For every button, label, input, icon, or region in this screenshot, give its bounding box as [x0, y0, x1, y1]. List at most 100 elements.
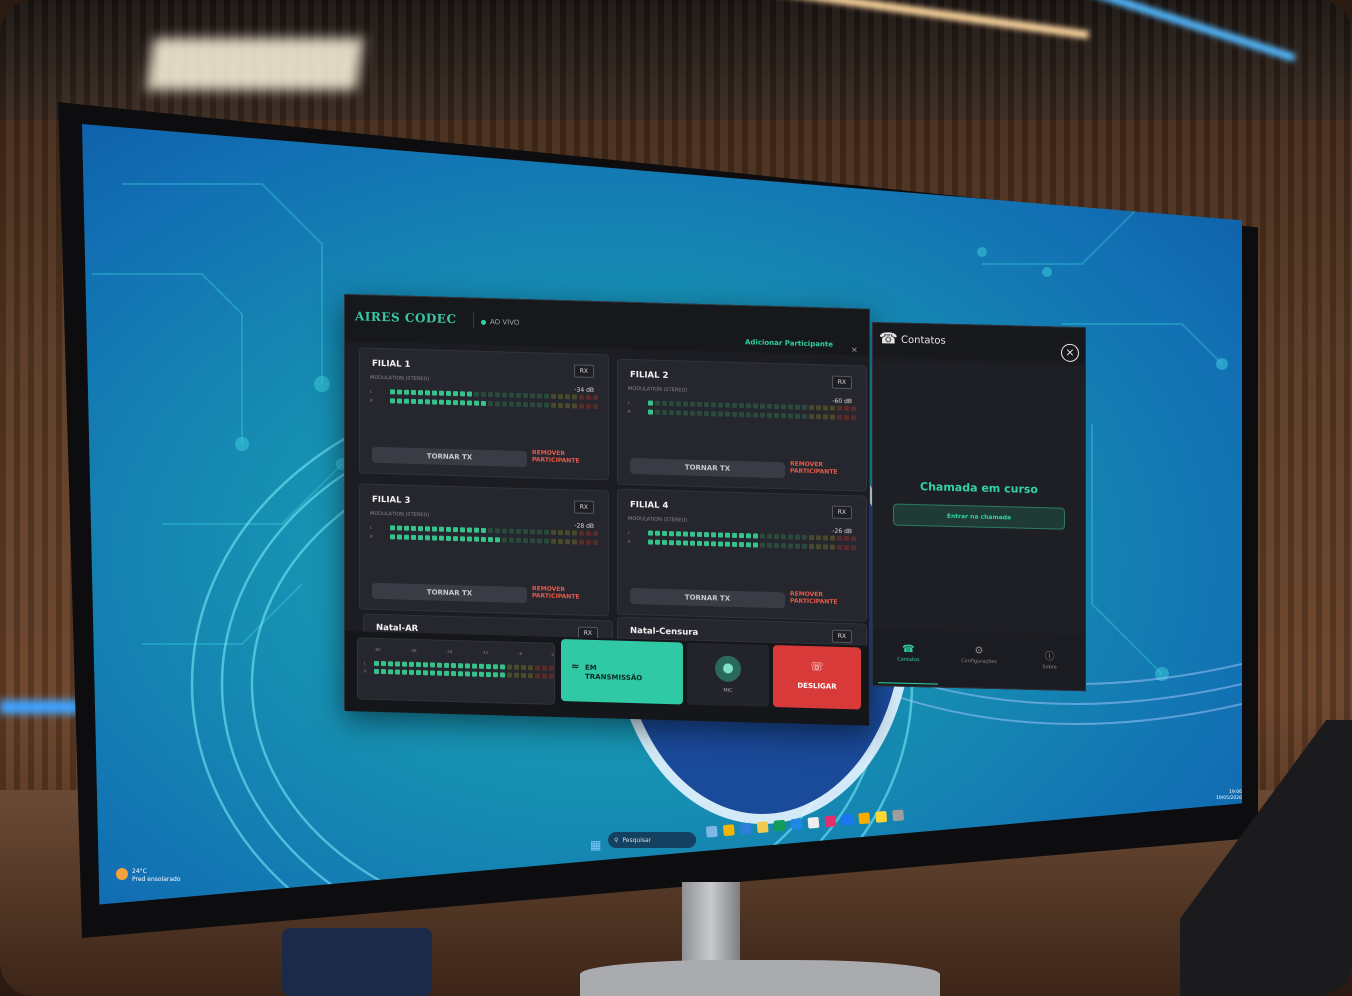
- store-icon[interactable]: [807, 816, 820, 829]
- meter-segment: [404, 525, 409, 531]
- meter-segment: [767, 403, 772, 409]
- edge-icon[interactable]: [773, 819, 786, 832]
- meter-segment: [411, 398, 416, 405]
- contacts-panel: ☎ Contatos × Chamada em curso Entrar na …: [872, 322, 1086, 692]
- remove-participant-button[interactable]: REMOVER PARTICIPANTE: [532, 585, 608, 601]
- meter-segment: [416, 670, 421, 676]
- instagram-icon[interactable]: [824, 815, 837, 828]
- meter-segment: [669, 531, 674, 537]
- remove-participant-button[interactable]: REMOVER PARTICIPANTE: [790, 460, 866, 476]
- add-participant-button[interactable]: Adicionar Participante: [745, 338, 833, 348]
- make-tx-button[interactable]: TORNAR TX: [372, 446, 527, 468]
- meter-segment: [753, 542, 758, 548]
- meter-segment: [746, 533, 751, 539]
- participant-name: FILIAL 1: [372, 358, 411, 370]
- meter-segment: [488, 401, 493, 407]
- system-clock[interactable]: 19:06 19/05/2026: [1216, 790, 1242, 802]
- meter-segment: [395, 669, 400, 675]
- meter-segment: [558, 402, 563, 409]
- meter-segment: [781, 413, 786, 419]
- meter-segment: [558, 538, 563, 545]
- meter-segment: [704, 532, 709, 538]
- remove-participant-button[interactable]: REMOVER PARTICIPANTE: [790, 590, 866, 606]
- meter-segment: [418, 535, 423, 541]
- modulation-label: MODULATION (STEREO): [370, 374, 430, 383]
- close-icon[interactable]: ×: [1061, 343, 1079, 363]
- make-tx-button[interactable]: TORNAR TX: [630, 587, 785, 609]
- close-icon[interactable]: ×: [851, 345, 858, 354]
- meter-segment: [444, 670, 449, 676]
- contacts-title: Contatos: [901, 334, 946, 347]
- meter-segment: [425, 535, 430, 541]
- rx-badge[interactable]: RX: [831, 375, 852, 390]
- meter-segment: [474, 391, 479, 397]
- meter-segment: [655, 539, 660, 545]
- ceiling-light: [146, 38, 364, 90]
- tab-sobre[interactable]: ⓘ Sobre: [1020, 647, 1080, 688]
- rx-badge[interactable]: RX: [831, 505, 852, 520]
- meter-segment: [404, 534, 409, 540]
- folder-icon[interactable]: [756, 821, 769, 834]
- meter-segment: [404, 389, 409, 395]
- chrome-icon[interactable]: [722, 824, 735, 837]
- app-icon[interactable]: [858, 812, 871, 825]
- modulation-label: MODULATION (STEREO): [370, 510, 430, 519]
- rx-badge[interactable]: RX: [831, 629, 852, 644]
- meter-segment: [381, 669, 386, 675]
- windows-start-icon[interactable]: ▦: [590, 838, 601, 852]
- meter-segment: [753, 533, 758, 539]
- mic-button[interactable]: ● MIC: [687, 642, 769, 707]
- meter-segment: [465, 663, 470, 669]
- meter-segment: [732, 402, 737, 408]
- meter-segment: [507, 664, 512, 670]
- meter-segment: [460, 536, 465, 542]
- rx-badge[interactable]: RX: [573, 500, 594, 514]
- facebook-icon[interactable]: [841, 813, 854, 826]
- mail-icon[interactable]: [790, 818, 803, 831]
- meter-segment: [418, 390, 423, 396]
- participant-name: FILIAL 4: [630, 499, 669, 512]
- remove-participant-button[interactable]: REMOVER PARTICIPANTE: [532, 449, 608, 465]
- meter-segment: [523, 537, 528, 544]
- join-call-button[interactable]: Entrar na chamada: [893, 503, 1065, 530]
- meter-segment: [460, 527, 465, 533]
- modulation-label: MODULATION (STEREO): [628, 385, 688, 394]
- meter-segment: [655, 400, 660, 406]
- meter-segment: [579, 539, 584, 545]
- meter-segment: [514, 672, 519, 678]
- meter-segment: [683, 410, 688, 416]
- make-tx-button[interactable]: TORNAR TX: [630, 457, 785, 479]
- meter-segment: [453, 536, 458, 542]
- meter-segment: [551, 402, 556, 408]
- meter-segment: [739, 403, 744, 409]
- rx-badge[interactable]: RX: [573, 364, 594, 378]
- hangup-button[interactable]: ☏ DESLIGAR: [773, 644, 861, 710]
- participant-name: Natal-Censura: [630, 625, 699, 638]
- meter-segment: [718, 541, 723, 547]
- tab-configuracoes[interactable]: ⚙ Configurações: [949, 645, 1009, 686]
- meter-segment: [481, 527, 486, 533]
- transmitting-button[interactable]: ≈ EM TRANSMISSÃO: [561, 639, 683, 705]
- meter-segment: [565, 539, 570, 545]
- tab-contatos[interactable]: ☎ Contatos: [878, 643, 939, 685]
- meter-segment: [767, 533, 772, 539]
- notes-icon[interactable]: [875, 810, 888, 823]
- meter-segment: [809, 413, 814, 420]
- tab-label: Contatos: [897, 656, 920, 664]
- channel-label: R: [370, 533, 373, 539]
- settings-icon[interactable]: [892, 809, 905, 822]
- make-tx-button[interactable]: TORNAR TX: [372, 582, 527, 604]
- meter-segment: [732, 532, 737, 538]
- meter-segment: [746, 542, 751, 548]
- meter-segment: [397, 389, 402, 395]
- meter-segment: [648, 409, 653, 415]
- files-icon[interactable]: [739, 822, 752, 835]
- meter-segment: [816, 405, 821, 411]
- meter-right: R: [628, 409, 860, 421]
- meter-segment: [844, 414, 849, 421]
- widgets-icon[interactable]: [705, 825, 718, 838]
- taskbar-search[interactable]: ⚲ Pesquisar: [608, 832, 696, 848]
- microphone-icon: ●: [715, 655, 741, 683]
- taskbar: 24°C Pred ensolarado ▦ ⚲ Pesquisar 19:06…: [96, 790, 1246, 894]
- meter-segment: [662, 400, 667, 407]
